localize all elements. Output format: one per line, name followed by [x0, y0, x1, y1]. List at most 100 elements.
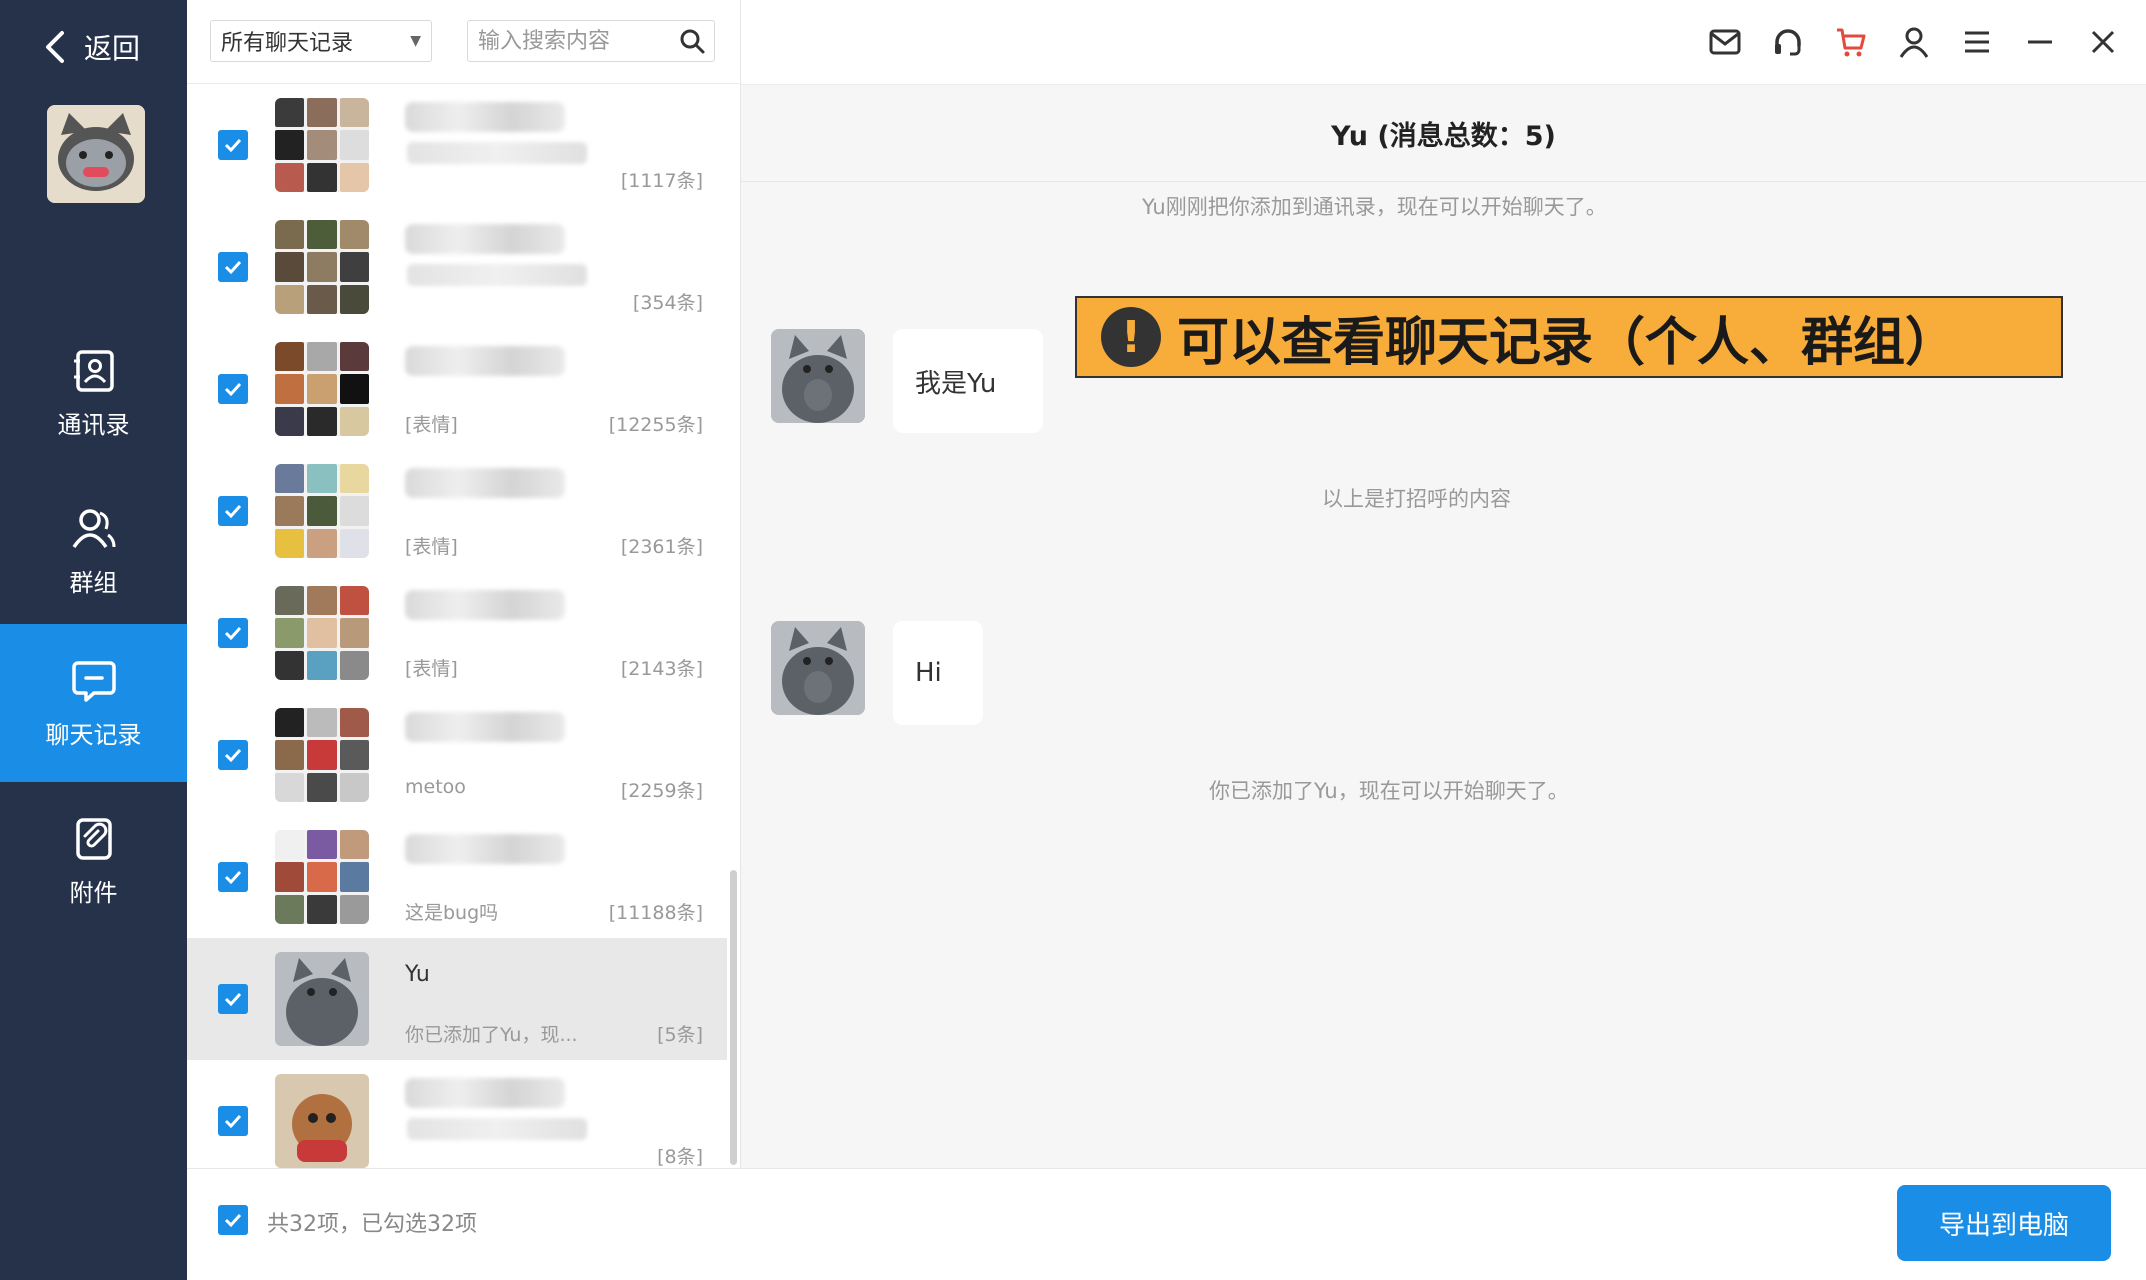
filter-dropdown[interactable]: 所有聊天记录 ▼: [210, 20, 432, 62]
conversation-avatar: [275, 708, 369, 802]
top-toolbar: [741, 0, 2146, 85]
nav-label: 群组: [69, 568, 118, 597]
conversation-avatar: [275, 1074, 369, 1168]
message-bubble: 我是Yu: [893, 329, 1043, 433]
row-checkbox[interactable]: [218, 496, 248, 526]
row-checkbox[interactable]: [218, 740, 248, 770]
conversation-preview: 你已添加了Yu，现...: [405, 1024, 578, 1046]
system-message: 你已添加了Yu，现在可以开始聊天了。: [1209, 779, 1569, 803]
conversation-preview: [表情]: [405, 414, 458, 436]
chat-pane: Yu (消息总数：5) Yu刚刚把你添加到通讯录，现在可以开始聊天了。 我是Yu…: [741, 85, 2146, 1168]
redacted-name: [405, 1078, 565, 1108]
message-count: [5条]: [657, 1024, 703, 1046]
nav-attachments[interactable]: 附件: [0, 782, 187, 940]
left-sidebar: 返回 通讯录 群组 聊天记录 附件: [0, 0, 187, 1280]
redacted-name: [405, 102, 565, 132]
conversation-row[interactable]: [8条]: [187, 1060, 727, 1182]
redacted-preview: [407, 1118, 587, 1140]
conversation-row[interactable]: [354条]: [187, 206, 727, 328]
select-all-checkbox[interactable]: [218, 1205, 248, 1235]
row-checkbox[interactable]: [218, 130, 248, 160]
row-checkbox[interactable]: [218, 618, 248, 648]
conversation-preview: metoo: [405, 776, 466, 798]
nav-label: 附件: [69, 878, 118, 907]
nav-chat-records[interactable]: 聊天记录: [0, 624, 187, 782]
conversation-avatar: [275, 464, 369, 558]
message-count: [2361条]: [620, 536, 703, 558]
mail-icon[interactable]: [1705, 22, 1745, 62]
selection-status: 共32项，已勾选32项: [267, 1212, 477, 1237]
message-count: [11188条]: [608, 902, 703, 924]
redacted-preview: [407, 264, 587, 286]
chat-title: Yu (消息总数：5): [741, 85, 2146, 182]
close-icon[interactable]: [2083, 22, 2123, 62]
conversation-row[interactable]: [表情] [12255条]: [187, 328, 727, 450]
conversation-row[interactable]: Yu 你已添加了Yu，现... [5条]: [187, 938, 727, 1060]
contact-avatar[interactable]: [771, 621, 865, 715]
check-icon: [224, 260, 242, 275]
check-icon: [224, 1213, 242, 1228]
nav-groups[interactable]: 群组: [0, 472, 187, 630]
chevron-left-icon: [46, 31, 64, 63]
user-avatar[interactable]: [47, 105, 145, 203]
banner-text: 可以查看聊天记录（个人、群组）: [1177, 312, 1958, 373]
redacted-name: [405, 590, 565, 620]
row-checkbox[interactable]: [218, 862, 248, 892]
row-checkbox[interactable]: [218, 374, 248, 404]
redacted-name: [405, 712, 565, 742]
row-checkbox[interactable]: [218, 1106, 248, 1136]
message-count: [354条]: [632, 292, 703, 314]
redacted-preview: [407, 142, 587, 164]
contact-avatar[interactable]: [771, 329, 865, 423]
footer-bar: 共32项，已勾选32项 导出到电脑: [187, 1168, 2146, 1280]
filter-value: 所有聊天记录: [221, 31, 354, 56]
nav-label: 聊天记录: [45, 720, 142, 749]
check-icon: [224, 626, 242, 641]
row-checkbox[interactable]: [218, 252, 248, 282]
conversation-row[interactable]: 这是bug吗 [11188条]: [187, 816, 727, 938]
cat-photo-icon: [771, 329, 865, 423]
conversation-preview: 这是bug吗: [405, 902, 499, 924]
cart-icon[interactable]: [1831, 22, 1871, 62]
system-message: 以上是打招呼的内容: [1322, 487, 1511, 511]
user-icon[interactable]: [1894, 22, 1934, 62]
message-count: [2259条]: [620, 780, 703, 802]
cat-photo-icon: [771, 621, 865, 715]
annotation-banner: ! 可以查看聊天记录（个人、群组）: [1075, 296, 2063, 378]
nav-label: 通讯录: [57, 410, 130, 439]
back-button[interactable]: 返回: [40, 22, 140, 72]
conversation-avatar: [275, 98, 369, 192]
conversation-row[interactable]: [表情] [2361条]: [187, 450, 727, 572]
minimize-icon[interactable]: [2020, 22, 2060, 62]
menu-icon[interactable]: [1957, 22, 1997, 62]
search-input[interactable]: [476, 27, 670, 55]
search-icon[interactable]: [678, 27, 706, 55]
conversation-preview: [表情]: [405, 658, 458, 680]
export-to-computer-button[interactable]: 导出到电脑: [1897, 1185, 2111, 1261]
conversation-avatar: [275, 220, 369, 314]
plush-toy-photo-icon: [275, 1074, 369, 1168]
check-icon: [224, 382, 242, 397]
conversation-row[interactable]: [1117条]: [187, 84, 727, 206]
scrollbar-thumb[interactable]: [730, 870, 737, 1165]
message-count: [8条]: [657, 1146, 703, 1168]
redacted-name: [405, 346, 565, 376]
redacted-name: [405, 834, 565, 864]
message-count: [1117条]: [620, 170, 703, 192]
conversation-row[interactable]: [表情] [2143条]: [187, 572, 727, 694]
conversation-list-panel: 所有聊天记录 ▼ [1117条] [354条] [表情] [12255条] [表情] [2…: [187, 0, 741, 1168]
conversation-avatar: [275, 952, 369, 1046]
conversation-avatar: [275, 830, 369, 924]
check-icon: [224, 1114, 242, 1129]
back-label: 返回: [84, 32, 141, 65]
conversation-list: [1117条] [354条] [表情] [12255条] [表情] [2361条] [表情]…: [187, 84, 727, 1182]
nav-contacts[interactable]: 通讯录: [0, 314, 187, 472]
system-message: Yu刚刚把你添加到通讯录，现在可以开始聊天了。: [1142, 195, 1607, 219]
cat-photo-icon: [275, 952, 369, 1046]
row-checkbox[interactable]: [218, 984, 248, 1014]
search-box: [467, 20, 715, 62]
redacted-name: [405, 468, 565, 498]
conversation-row[interactable]: metoo [2259条]: [187, 694, 727, 816]
exclamation-icon: !: [1101, 307, 1161, 367]
headset-icon[interactable]: [1768, 22, 1808, 62]
